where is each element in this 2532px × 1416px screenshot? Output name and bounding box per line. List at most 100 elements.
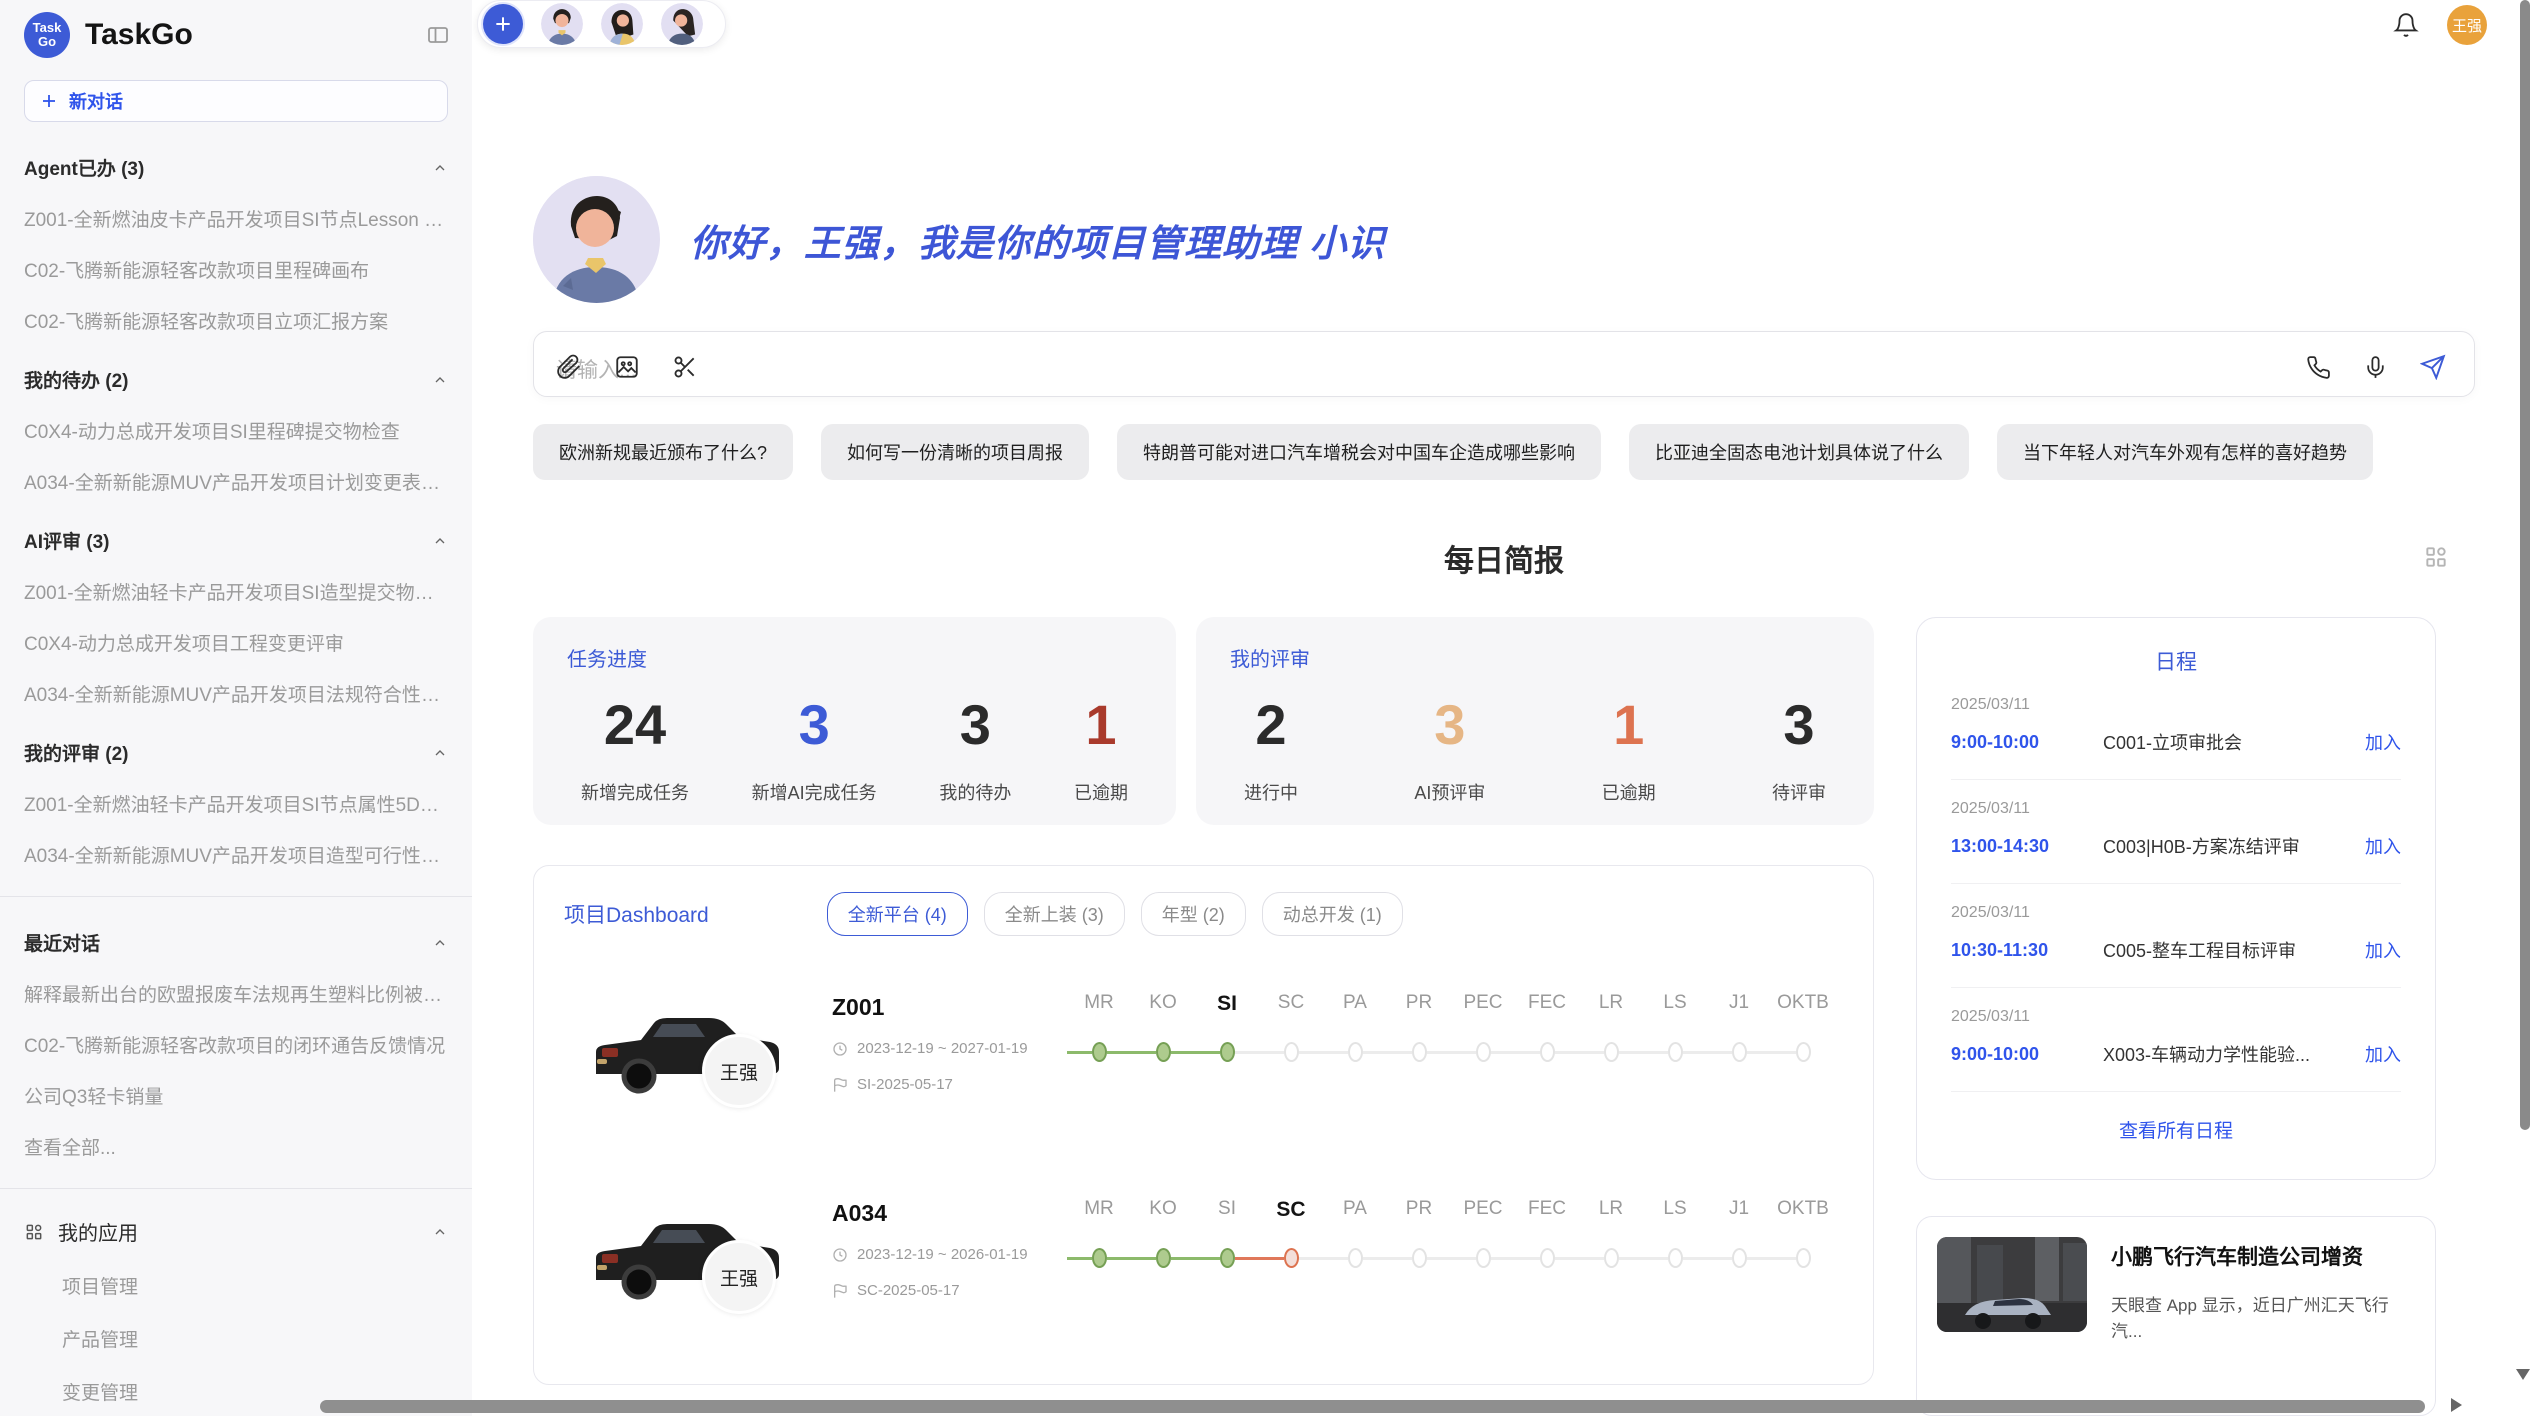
sidebar-item[interactable]: C02-飞腾新能源轻客改款项目里程碑画布 bbox=[24, 256, 448, 283]
schedule-event-name: X003-车辆动力学性能验... bbox=[2103, 1041, 2365, 1067]
milestone-dot bbox=[1156, 1042, 1171, 1062]
send-icon[interactable] bbox=[2420, 354, 2446, 380]
stat-label: 已逾期 bbox=[1074, 779, 1128, 805]
suggestion-chip[interactable]: 比亚迪全固态电池计划具体说了什么 bbox=[1629, 424, 1969, 480]
schedule-title: 日程 bbox=[1951, 646, 2401, 676]
schedule-item: 2025/03/11 9:00-10:00 C001-立项审批会 加入 bbox=[1951, 676, 2401, 780]
join-meeting-button[interactable]: 加入 bbox=[2365, 1041, 2401, 1067]
join-meeting-button[interactable]: 加入 bbox=[2365, 833, 2401, 859]
recent-chat-item[interactable]: C02-飞腾新能源轻客改款项目的闭环通告反馈情况 bbox=[24, 1031, 448, 1058]
schedule-event-name: C001-立项审批会 bbox=[2103, 729, 2365, 755]
milestone-dot bbox=[1284, 1042, 1299, 1062]
milestone-dot bbox=[1476, 1042, 1491, 1062]
main-area: 王强 你好，王强，我是你的项目管理助理 小识 请输入... 欧洲新规最近颁布了什… bbox=[472, 0, 2532, 1416]
schedule-item: 2025/03/11 10:30-11:30 C005-整车工程目标评审 加入 bbox=[1951, 884, 2401, 988]
sidebar-section-my-todo[interactable]: 我的待办 (2) bbox=[24, 366, 448, 393]
milestone-dot bbox=[1412, 1042, 1427, 1062]
sidebar-item[interactable]: C0X4-动力总成开发项目工程变更评审 bbox=[24, 629, 448, 656]
filter-pill[interactable]: 动总开发 (1) bbox=[1262, 892, 1403, 936]
suggestion-chip[interactable]: 特朗普可能对进口汽车增税会对中国车企造成哪些影响 bbox=[1117, 424, 1601, 480]
sidebar-item[interactable]: A034-全新新能源MUV产品开发项目计划变更表编写 bbox=[24, 468, 448, 495]
screenshot-scissors-icon[interactable] bbox=[672, 354, 698, 380]
flag-icon bbox=[832, 1283, 848, 1299]
message-input[interactable]: 请输入... bbox=[533, 331, 2475, 397]
project-row[interactable]: 王强 A034 2023-12-19 ~ 2026-01-19 SC-2025-… bbox=[564, 1198, 1843, 1348]
new-chat-button[interactable]: 新对话 bbox=[24, 80, 448, 122]
stat-label: 我的待办 bbox=[939, 779, 1011, 805]
schedule-item: 2025/03/11 13:00-14:30 C003|H0B-方案冻结评审 加… bbox=[1951, 780, 2401, 884]
stat: 3 我的待办 bbox=[939, 692, 1011, 805]
notification-bell-icon[interactable] bbox=[2393, 12, 2419, 38]
milestone-dot bbox=[1348, 1248, 1363, 1268]
sidebar-item[interactable]: A034-全新新能源MUV产品开发项目造型可行性评审 bbox=[24, 841, 448, 868]
assistant-avatar bbox=[533, 176, 660, 303]
suggestion-chip[interactable]: 如何写一份清晰的项目周报 bbox=[821, 424, 1089, 480]
topbar-right: 王强 bbox=[2393, 0, 2487, 45]
microphone-icon[interactable] bbox=[2363, 355, 2388, 380]
filter-pill[interactable]: 全新平台 (4) bbox=[827, 892, 968, 936]
sidebar-item[interactable]: A034-全新新能源MUV产品开发项目法规符合性评审 bbox=[24, 680, 448, 707]
stat-label: AI预评审 bbox=[1414, 779, 1485, 805]
sidebar-item[interactable]: Z001-全新燃油皮卡产品开发项目SI节点Lesson Learn报告 bbox=[24, 205, 448, 232]
sidebar-item[interactable]: Z001-全新燃油轻卡产品开发项目SI造型提交物评审 bbox=[24, 578, 448, 605]
milestone-label: OKTB bbox=[1771, 1198, 1835, 1222]
contact-avatar[interactable] bbox=[661, 3, 703, 45]
stat-value: 1 bbox=[1074, 692, 1128, 757]
milestone-label: PEC bbox=[1451, 1198, 1515, 1222]
recent-chat-item[interactable]: 解释最新出台的欧盟报废车法规再生塑料比例被调至15%... bbox=[24, 980, 448, 1007]
contact-avatar[interactable] bbox=[601, 3, 643, 45]
task-progress-card: 任务进度 24 新增完成任务 3 新增AI完成任务 bbox=[533, 617, 1176, 825]
milestone-dot bbox=[1092, 1248, 1107, 1268]
sidebar-my-apps[interactable]: 我的应用 bbox=[24, 1217, 448, 1246]
new-chat-label: 新对话 bbox=[69, 88, 123, 114]
scroll-down-arrow[interactable] bbox=[2516, 1369, 2530, 1380]
news-title: 小鹏飞行汽车制造公司增资 bbox=[2111, 1241, 2415, 1271]
milestone-dot bbox=[1732, 1248, 1747, 1268]
user-avatar[interactable]: 王强 bbox=[2447, 5, 2487, 45]
logo-text-bottom: Go bbox=[38, 35, 56, 49]
card-title: 我的评审 bbox=[1230, 643, 1840, 672]
voice-call-icon[interactable] bbox=[2306, 355, 2331, 380]
vertical-scrollbar[interactable] bbox=[2520, 0, 2530, 1130]
sidebar-item[interactable]: Z001-全新燃油轻卡产品开发项目SI节点属性5D文件评审 bbox=[24, 790, 448, 817]
sidebar-section-agent-done[interactable]: Agent已办 (3) bbox=[24, 154, 448, 181]
logo-text-top: Task bbox=[33, 21, 62, 35]
milestone-label: PEC bbox=[1451, 992, 1515, 1016]
add-contact-button[interactable] bbox=[483, 4, 523, 44]
sidebar-collapse-icon[interactable] bbox=[426, 23, 450, 47]
milestone-label: LR bbox=[1579, 992, 1643, 1016]
sidebar-section-my-review[interactable]: 我的评审 (2) bbox=[24, 739, 448, 766]
sidebar-item[interactable]: C02-飞腾新能源轻客改款项目立项汇报方案 bbox=[24, 307, 448, 334]
horizontal-scrollbar[interactable] bbox=[320, 1400, 2425, 1413]
schedule-time: 9:00-10:00 bbox=[1951, 1044, 2103, 1065]
project-row[interactable]: 王强 Z001 2023-12-19 ~ 2027-01-19 SI-2025-… bbox=[564, 992, 1843, 1142]
sidebar-section-ai-review[interactable]: AI评审 (3) bbox=[24, 527, 448, 554]
suggestion-chip[interactable]: 当下年轻人对汽车外观有怎样的喜好趋势 bbox=[1997, 424, 2373, 480]
recent-chat-item[interactable]: 公司Q3轻卡销量 bbox=[24, 1082, 448, 1109]
filter-pill[interactable]: 全新上装 (3) bbox=[984, 892, 1125, 936]
milestone-dot bbox=[1284, 1248, 1299, 1268]
attachment-icon[interactable] bbox=[556, 354, 582, 380]
filter-pill[interactable]: 年型 (2) bbox=[1141, 892, 1246, 936]
sidebar: Task Go TaskGo 新对话 Agent已办 (3) Z001-全新燃油… bbox=[0, 0, 472, 1416]
milestone-label: SI bbox=[1195, 1198, 1259, 1222]
suggestion-chip[interactable]: 欧洲新规最近颁布了什么? bbox=[533, 424, 793, 480]
sidebar-item[interactable]: C0X4-动力总成开发项目SI里程碑提交物检查 bbox=[24, 417, 448, 444]
topbar: 王强 bbox=[477, 0, 2487, 48]
app-item[interactable]: 产品管理 bbox=[62, 1325, 448, 1352]
join-meeting-button[interactable]: 加入 bbox=[2365, 729, 2401, 755]
view-all-schedule-link[interactable]: 查看所有日程 bbox=[1951, 1116, 2401, 1143]
schedule-date: 2025/03/11 bbox=[1951, 904, 2401, 922]
recent-chat-item[interactable]: 查看全部... bbox=[24, 1133, 448, 1160]
scroll-right-arrow[interactable] bbox=[2451, 1398, 2462, 1412]
join-meeting-button[interactable]: 加入 bbox=[2365, 937, 2401, 963]
stat-value: 3 bbox=[939, 692, 1011, 757]
project-dates: 2023-12-19 ~ 2026-01-19 bbox=[832, 1246, 1067, 1263]
news-card[interactable]: 小鹏飞行汽车制造公司增资 天眼查 App 显示，近日广州汇天飞行汽... bbox=[1916, 1216, 2436, 1416]
contact-avatar[interactable] bbox=[541, 3, 583, 45]
layout-grid-icon[interactable] bbox=[2423, 544, 2449, 570]
sidebar-section-recent-chats[interactable]: 最近对话 bbox=[24, 929, 448, 956]
app-item[interactable]: 项目管理 bbox=[62, 1272, 448, 1299]
chevron-up-icon bbox=[432, 935, 448, 951]
image-upload-icon[interactable] bbox=[614, 354, 640, 380]
